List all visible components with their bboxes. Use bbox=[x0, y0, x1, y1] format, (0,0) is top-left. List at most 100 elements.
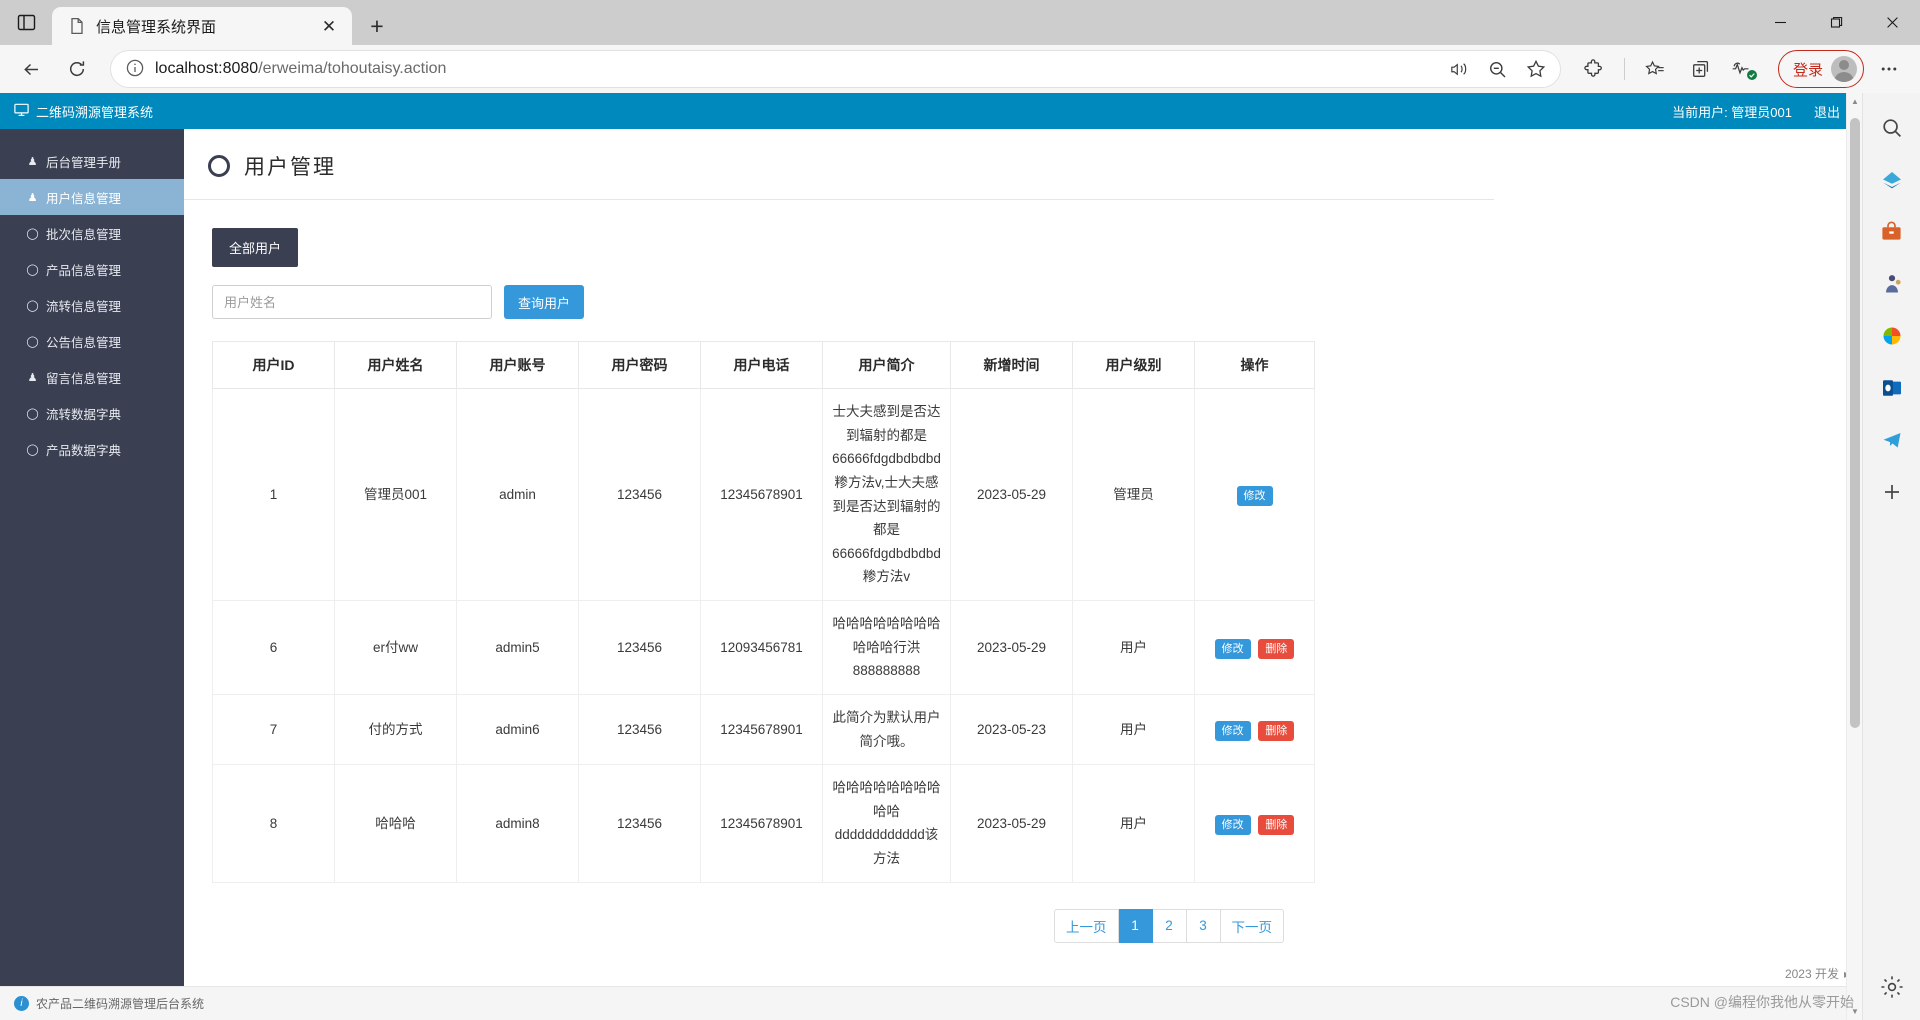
cell-user-bio: 此简介为默认用户简介哦。 bbox=[822, 693, 951, 766]
window-maximize-button[interactable] bbox=[1808, 0, 1864, 45]
table-row: 6 er付ww admin5 123456 12093456781 哈哈哈哈哈哈… bbox=[212, 600, 1315, 695]
page-title-row: 用户管理 bbox=[184, 129, 1494, 200]
read-aloud-icon[interactable] bbox=[1442, 53, 1478, 85]
user-table: 用户ID 用户姓名 用户账号 用户密码 用户电话 用户简介 新增时间 用户级别 … bbox=[212, 341, 1315, 883]
sidebar-item-label: 产品数据字典 bbox=[46, 443, 122, 458]
browser-window: 信息管理系统界面 ✕ + localhost:8080/erweima/toho… bbox=[0, 0, 1920, 1020]
sidebar-item-message-info[interactable]: ♟ 留言信息管理 bbox=[0, 359, 184, 395]
cell-user-account: admin8 bbox=[456, 764, 579, 883]
browser-tab[interactable]: 信息管理系统界面 ✕ bbox=[52, 7, 352, 45]
collections-icon[interactable] bbox=[1680, 50, 1722, 88]
favorite-star-icon[interactable] bbox=[1518, 53, 1554, 85]
logout-link[interactable]: 退出 bbox=[1814, 102, 1840, 121]
table-header-row: 用户ID 用户姓名 用户账号 用户密码 用户电话 用户简介 新增时间 用户级别 … bbox=[212, 341, 1315, 389]
scroll-up-icon[interactable]: ▲ bbox=[1847, 93, 1863, 110]
app-header: 二维码溯源管理系统 当前用户: 管理员001 退出 bbox=[0, 93, 1862, 129]
new-tab-button[interactable]: + bbox=[358, 7, 396, 45]
edit-button[interactable]: 修改 bbox=[1214, 720, 1251, 741]
sidebar-item-flow-dict[interactable]: ◯ 流转数据字典 bbox=[0, 395, 184, 431]
page-title: 用户管理 bbox=[244, 156, 336, 179]
sidebar-item-flow-info[interactable]: ◯ 流转信息管理 bbox=[0, 287, 184, 323]
main-content: 用户管理 全部用户 查询用户 bbox=[184, 129, 1862, 1020]
window-close-button[interactable] bbox=[1864, 0, 1920, 45]
page-scrollbar[interactable]: ▲ ▼ bbox=[1846, 93, 1862, 1020]
app-brand: 二维码溯源管理系统 bbox=[14, 102, 153, 121]
window-minimize-button[interactable] bbox=[1752, 0, 1808, 45]
column-header: 用户ID bbox=[212, 341, 335, 389]
circle-icon: ◯ bbox=[26, 335, 39, 348]
cell-user-id: 8 bbox=[212, 764, 335, 883]
search-button[interactable]: 查询用户 bbox=[504, 285, 585, 319]
favorites-list-icon[interactable] bbox=[1634, 50, 1676, 88]
zoom-out-icon[interactable] bbox=[1480, 53, 1516, 85]
sidebar-item-batch-info[interactable]: ◯ 批次信息管理 bbox=[0, 215, 184, 251]
address-bar-actions bbox=[1442, 53, 1554, 85]
browser-titlebar: 信息管理系统界面 ✕ + bbox=[0, 0, 1920, 45]
cell-actions: 修改 删除 bbox=[1194, 600, 1315, 695]
cell-user-account: admin5 bbox=[456, 600, 579, 695]
site-info-icon[interactable] bbox=[125, 58, 147, 80]
address-bar[interactable]: localhost:8080/erweima/tohoutaisy.action bbox=[110, 50, 1561, 88]
pagination-next[interactable]: 下一页 bbox=[1220, 908, 1284, 943]
column-header: 用户账号 bbox=[456, 341, 579, 389]
info-icon: i bbox=[14, 996, 29, 1011]
browser-essentials-icon[interactable] bbox=[1726, 50, 1768, 88]
table-row: 7 付的方式 admin6 123456 12345678901 此简介为默认用… bbox=[212, 693, 1315, 766]
watermark-text: CSDN @编程你我他从零开始 bbox=[1670, 994, 1854, 1010]
settings-more-icon[interactable] bbox=[1868, 50, 1910, 88]
cell-user-name: 管理员001 bbox=[334, 388, 457, 601]
copilot-icon[interactable] bbox=[1875, 163, 1909, 197]
pagination-prev[interactable]: 上一页 bbox=[1054, 908, 1119, 943]
browser-profile-login[interactable]: 登录 bbox=[1777, 50, 1864, 88]
page-viewport: 二维码溯源管理系统 当前用户: 管理员001 退出 ♟ 后台管理手册 ♟ 用户信… bbox=[0, 93, 1920, 1020]
delete-button[interactable]: 删除 bbox=[1258, 638, 1295, 659]
tab-all-users[interactable]: 全部用户 bbox=[212, 228, 299, 267]
tab-close-icon[interactable]: ✕ bbox=[316, 13, 342, 39]
edit-button[interactable]: 修改 bbox=[1214, 638, 1251, 659]
cell-user-id: 1 bbox=[212, 388, 335, 601]
sidebar-item-label: 留言信息管理 bbox=[46, 371, 122, 386]
sidebar-item-manual[interactable]: ♟ 后台管理手册 bbox=[0, 143, 184, 179]
sidebar-item-notice-info[interactable]: ◯ 公告信息管理 bbox=[0, 323, 184, 359]
column-header: 用户简介 bbox=[822, 341, 951, 389]
pagination-page-2[interactable]: 2 bbox=[1152, 908, 1187, 943]
edit-button[interactable]: 修改 bbox=[1214, 814, 1251, 835]
monitor-icon bbox=[14, 103, 29, 120]
delete-button[interactable]: 删除 bbox=[1258, 720, 1295, 741]
edit-button[interactable]: 修改 bbox=[1236, 485, 1273, 506]
reload-icon[interactable] bbox=[56, 50, 98, 88]
tab-actions-icon[interactable] bbox=[0, 0, 52, 45]
footer-text: 农产品二维码溯源管理后台系统 bbox=[36, 997, 205, 1011]
sidebar-item-label: 流转信息管理 bbox=[46, 299, 122, 314]
sidebar-item-label: 批次信息管理 bbox=[46, 227, 122, 242]
toolbar-divider bbox=[1623, 58, 1625, 80]
pagination-page-3[interactable]: 3 bbox=[1186, 908, 1221, 943]
sidebar-item-product-info[interactable]: ◯ 产品信息管理 bbox=[0, 251, 184, 287]
sidebar-item-label: 用户信息管理 bbox=[46, 191, 122, 206]
pagination-page-1[interactable]: 1 bbox=[1118, 908, 1153, 943]
circle-icon: ◯ bbox=[26, 299, 39, 312]
cell-user-password: 123456 bbox=[578, 388, 701, 601]
back-icon[interactable] bbox=[10, 50, 52, 88]
add-icon[interactable] bbox=[1875, 475, 1909, 509]
browser-toolbar: localhost:8080/erweima/tohoutaisy.action bbox=[0, 45, 1920, 93]
shopping-bag-icon[interactable] bbox=[1875, 215, 1909, 249]
delete-button[interactable]: 删除 bbox=[1258, 814, 1295, 835]
user-icon: ♟ bbox=[27, 155, 38, 168]
cell-user-account: admin6 bbox=[456, 693, 579, 766]
search-icon[interactable] bbox=[1875, 111, 1909, 145]
search-input[interactable] bbox=[212, 285, 492, 319]
sidebar-item-product-dict[interactable]: ◯ 产品数据字典 bbox=[0, 431, 184, 467]
cell-user-name: 哈哈哈 bbox=[334, 764, 457, 883]
game-icon[interactable] bbox=[1875, 267, 1909, 301]
cell-user-level: 用户 bbox=[1072, 600, 1195, 695]
gear-icon[interactable] bbox=[1875, 970, 1909, 1004]
sidebar-item-user-info[interactable]: ♟ 用户信息管理 bbox=[0, 179, 184, 215]
page-favicon-icon bbox=[68, 17, 86, 35]
telegram-icon[interactable] bbox=[1875, 423, 1909, 457]
office-icon[interactable] bbox=[1875, 319, 1909, 353]
footer-right: 2023 开发 ▸ bbox=[1785, 965, 1850, 982]
scrollbar-thumb[interactable] bbox=[1850, 118, 1860, 728]
outlook-icon[interactable] bbox=[1875, 371, 1909, 405]
extensions-icon[interactable] bbox=[1573, 50, 1615, 88]
